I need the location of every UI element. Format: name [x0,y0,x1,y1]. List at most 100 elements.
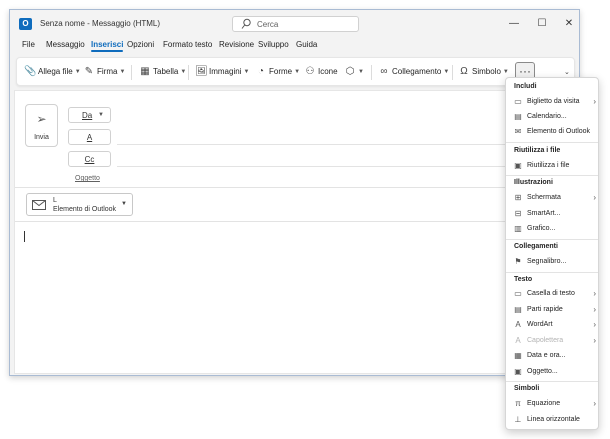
from-button[interactable]: Da ▼ [68,107,111,123]
menu-item-elemento-outlook[interactable]: ✉ Elemento di Outlook [512,126,598,139]
group-illustrazioni: Illustrazioni [514,179,553,186]
horizontal-line-icon: ⊥ [514,415,522,424]
date-time-icon: ▦ [514,351,522,360]
chart-icon: ▥ [514,224,522,233]
menu-item-biglietto-da-visita[interactable]: ▭ Biglietto da visita › [512,96,598,109]
more-commands-menu: Includi ▭ Biglietto da visita › ▤ Calend… [505,77,599,430]
menu-item-oggetto[interactable]: ▣ Oggetto... [512,366,598,379]
search-box[interactable]: Cerca [232,16,359,32]
cc-field[interactable] [117,166,505,167]
tab-formato-testo[interactable]: Formato testo [163,40,212,49]
bookmark-icon: ⚑ [514,257,522,266]
chevron-right-icon: › [593,97,596,106]
menu-item-equazione[interactable]: π Equazione › [512,398,598,411]
icons-icon: ⚇ [305,66,315,77]
tab-guida[interactable]: Guida [296,40,317,49]
menu-item-linea-orizzontale[interactable]: ⊥ Linea orizzontale [512,414,598,427]
cube-icon: ⬡ [345,66,355,77]
icons-button[interactable]: ⚇ Icone [304,66,338,79]
outlook-app-icon: O [19,18,32,30]
3d-models-button[interactable]: ⬡ ▼ [344,66,364,79]
subject-label: Oggetto [75,175,100,182]
menu-item-calendario[interactable]: ▤ Calendario... [512,111,598,124]
menu-item-parti-rapide[interactable]: ▤ Parti rapide › [512,304,598,317]
tab-sviluppo[interactable]: Sviluppo [258,40,289,49]
menu-item-grafico[interactable]: ▥ Grafico... [512,223,598,236]
compose-area: ➢ Invia Da ▼ A Cc Oggetto L Elemento di … [14,90,506,374]
group-includi: Includi [514,83,537,90]
quick-parts-icon: ▤ [514,305,522,314]
menu-separator [506,142,598,143]
chevron-down-icon: ▼ [74,68,81,75]
attach-file-button[interactable]: 📎 Allega file ▼ [24,66,81,79]
chevron-right-icon: › [593,320,596,329]
tab-messaggio[interactable]: Messaggio [46,40,85,49]
text-caret[interactable] [24,231,25,242]
attachment-name: L [53,197,57,204]
signature-button[interactable]: ✎ Firma ▼ [83,66,126,79]
text-box-icon: ▭ [514,289,522,298]
chevron-right-icon: › [593,399,596,408]
shapes-button[interactable]: ◔ Forme ▼ [255,66,300,79]
signature-icon: ✎ [84,66,94,77]
attachment-card[interactable]: L Elemento di Outlook ▼ [26,193,133,216]
image-icon: 🖼 [195,66,208,77]
images-button[interactable]: 🖼Immagini ▼ [195,66,249,79]
table-button[interactable]: ▦ Tabella ▼ [139,66,186,79]
menu-item-casella-di-testo[interactable]: ▭ Casella di testo › [512,288,598,301]
tab-revisione[interactable]: Revisione [219,40,254,49]
to-field[interactable] [117,144,505,145]
menu-item-schermata[interactable]: ⊞ Schermata › [512,192,598,205]
chevron-right-icon: › [593,305,596,314]
menu-separator [506,272,598,273]
window-title: Senza nome - Messaggio (HTML) [40,19,161,28]
tab-inserisci[interactable]: Inserisci [91,40,124,52]
outlook-item-icon: ✉ [514,127,522,136]
link-icon: ∞ [380,66,388,77]
calendar-icon: ▤ [514,112,522,121]
envelope-icon [32,200,46,210]
menu-item-wordart[interactable]: A WordArt › [512,319,598,332]
link-button[interactable]: ∞ Collegamento ▼ [378,66,449,79]
header-divider [15,187,505,188]
search-icon [241,18,251,29]
group-riutilizza: Riutilizza i file [514,147,561,154]
cc-button[interactable]: Cc [68,151,111,167]
paperclip-icon: 📎 [24,66,37,77]
menu-item-data-e-ora[interactable]: ▦ Data e ora... [512,350,598,363]
ribbon-separator [371,65,372,80]
table-icon: ▦ [140,66,150,77]
menu-item-segnalibro[interactable]: ⚑ Segnalibro... [512,256,598,269]
chevron-down-icon[interactable]: ▼ [121,201,127,207]
send-icon: ➢ [36,112,47,126]
object-icon: ▣ [514,367,522,376]
to-button[interactable]: A [68,129,111,145]
smartart-icon: ⊟ [514,209,522,218]
ribbon-separator [452,65,453,80]
omega-icon: Ω [460,66,468,77]
collapse-ribbon-icon[interactable]: ⌄ [564,68,570,76]
menu-separator [506,239,598,240]
chevron-down-icon: ▼ [243,68,250,75]
title-bar: O Senza nome - Messaggio (HTML) Cerca — … [10,10,579,38]
screenshot-icon: ⊞ [514,193,522,202]
group-simboli: Simboli [514,385,540,392]
ribbon-tabs: File Messaggio Inserisci Opzioni Formato… [10,40,579,54]
maximize-button[interactable]: ☐ [534,16,550,32]
group-collegamenti: Collegamenti [514,243,558,250]
menu-item-riutilizza-file[interactable]: ▣ Riutilizza i file [512,160,598,173]
reuse-files-icon: ▣ [514,161,522,170]
group-testo: Testo [514,276,533,283]
minimize-button[interactable]: — [506,16,522,32]
menu-separator [506,175,598,176]
search-placeholder: Cerca [257,20,279,29]
symbol-button[interactable]: Ω Simbolo ▼ [458,66,509,79]
close-button[interactable]: ✕ [561,16,577,32]
shapes-icon: ◔ [257,66,265,77]
send-button[interactable]: ➢ Invia [25,104,58,147]
chevron-down-icon: ▼ [98,112,104,118]
tab-opzioni[interactable]: Opzioni [127,40,154,49]
chevron-right-icon: › [593,289,596,298]
tab-file[interactable]: File [22,40,35,49]
menu-item-smartart[interactable]: ⊟ SmartArt... [512,208,598,221]
